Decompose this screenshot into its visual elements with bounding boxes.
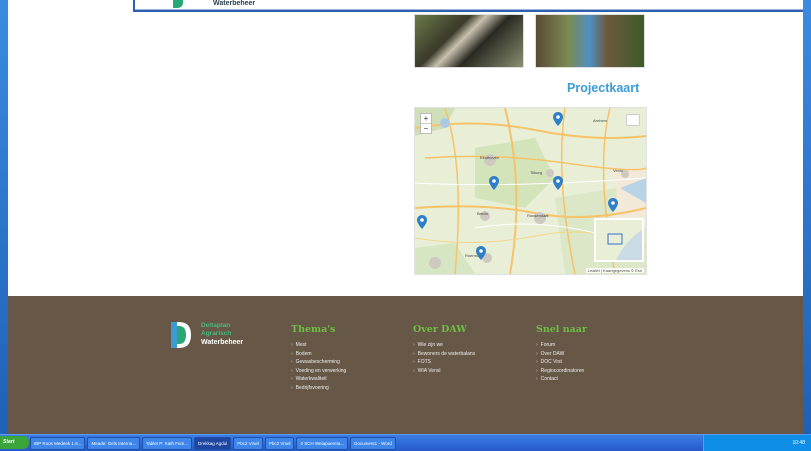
- map-marker-icon[interactable]: [489, 176, 499, 190]
- map-label-arnhem: Arnhem: [593, 118, 608, 123]
- project-photo-cows[interactable]: [414, 14, 524, 68]
- taskbar-task-active[interactable]: Drekkag Agdul: [194, 437, 232, 450]
- footer-link[interactable]: Bewoners de waterbalans: [413, 350, 476, 359]
- footer-link[interactable]: Gewasbescherming: [291, 358, 346, 367]
- taskbar-task[interactable]: Pbc2 Vrsel: [233, 437, 263, 450]
- footer-column-over-daw: Over DAW Wie zijn we Bewoners de waterba…: [413, 324, 475, 375]
- taskbar-task[interactable]: Document1 - Word: [350, 437, 396, 450]
- layers-icon[interactable]: [626, 114, 640, 126]
- site-footer: Deltaplan Agrarisch Waterbeheer Thema's …: [8, 296, 803, 434]
- map-minimap[interactable]: [594, 218, 644, 262]
- windows-taskbar: Start IBP Roos Medeek 1.6... Meade: Gels…: [0, 434, 811, 451]
- footer-column-snel-naar: Snel naar Forum Over DAW DOC Vrst Regioc…: [536, 324, 587, 384]
- taskbar-tasks: IBP Roos Medeek 1.6... Meade: Gels Inter…: [30, 437, 396, 450]
- map-label-tilburg: Tilburg: [530, 170, 543, 175]
- footer-link[interactable]: Bedrijfsvoering: [291, 384, 346, 393]
- footer-column-title: Over DAW: [413, 324, 467, 335]
- system-tray[interactable]: 10:48: [703, 435, 811, 451]
- footer-link[interactable]: Over DAW: [536, 350, 587, 359]
- map-marker-icon[interactable]: [553, 112, 563, 126]
- taskbar-task[interactable]: Pbc2 Vrsel: [264, 437, 295, 450]
- footer-column-title: Snel naar: [536, 324, 587, 335]
- map-attribution[interactable]: Leaflet | Kaartgegevens © Esri: [585, 268, 644, 273]
- map-label-breda: Breda: [477, 211, 488, 216]
- footer-link[interactable]: FOTS: [413, 358, 475, 367]
- taskbar-task[interactable]: 2 SCH Weiapuerma...: [296, 437, 349, 450]
- footer-logo-line1: Deltaplan: [201, 322, 231, 329]
- footer-link[interactable]: Wie zijn we: [413, 341, 475, 350]
- map-marker-icon[interactable]: [417, 215, 427, 229]
- map-label-eindhoven: Eindhoven: [480, 155, 499, 160]
- map-marker-icon[interactable]: [553, 176, 563, 190]
- daw-logo-icon: [171, 322, 191, 348]
- footer-column-title: Thema's: [291, 324, 336, 335]
- footer-logo-line3: Waterbeheer: [201, 339, 244, 346]
- start-button[interactable]: Start: [0, 436, 29, 449]
- map-marker-icon[interactable]: [476, 246, 486, 260]
- clock[interactable]: 10:48: [792, 440, 805, 446]
- daw-logo-icon[interactable]: [173, 0, 183, 8]
- footer-link[interactable]: Mest: [291, 341, 346, 350]
- footer-link[interactable]: Contact: [536, 375, 587, 384]
- project-photo-farmer[interactable]: [535, 14, 645, 68]
- footer-link[interactable]: Voeding en verwerking: [291, 367, 347, 376]
- taskbar-task[interactable]: Meade: Gels Interna...: [87, 437, 140, 450]
- footer-link[interactable]: DOC Vrst: [536, 358, 587, 367]
- header-logo-text[interactable]: Waterbeheer: [213, 0, 255, 7]
- map-marker-icon[interactable]: [608, 198, 618, 212]
- footer-link[interactable]: Forum: [536, 341, 587, 350]
- footer-link[interactable]: Bodem: [291, 350, 346, 359]
- footer-link[interactable]: Waterkwaliteit: [291, 375, 346, 384]
- taskbar-task[interactable]: Tablet P: Kath Fum...: [141, 437, 193, 450]
- taskbar-task[interactable]: IBP Roos Medeek 1.6...: [30, 437, 86, 450]
- footer-link[interactable]: WIA Vensl: [413, 367, 475, 376]
- zoom-out-button[interactable]: −: [421, 124, 431, 133]
- footer-logo-line2: Agrarisch: [201, 330, 232, 337]
- footer-link[interactable]: Regiocoordinatoren: [536, 367, 587, 376]
- project-map[interactable]: Arnhem Eindhoven Tilburg Breda Roosendaa…: [414, 107, 647, 275]
- map-zoom-control: + −: [420, 113, 432, 134]
- zoom-in-button[interactable]: +: [421, 114, 431, 124]
- footer-column-themas: Thema's Mest Bodem Gewasbescherming Voed…: [291, 324, 346, 393]
- map-label-venlo: Venlo: [613, 168, 624, 173]
- map-label-roosendaal: Roosendaal: [527, 213, 549, 218]
- projectmap-title: Projectkaart: [567, 81, 640, 95]
- browser-viewport[interactable]: Waterbeheer Projectkaart Arnhem Eindhove…: [8, 0, 803, 434]
- site-header-strip: Waterbeheer: [133, 0, 803, 12]
